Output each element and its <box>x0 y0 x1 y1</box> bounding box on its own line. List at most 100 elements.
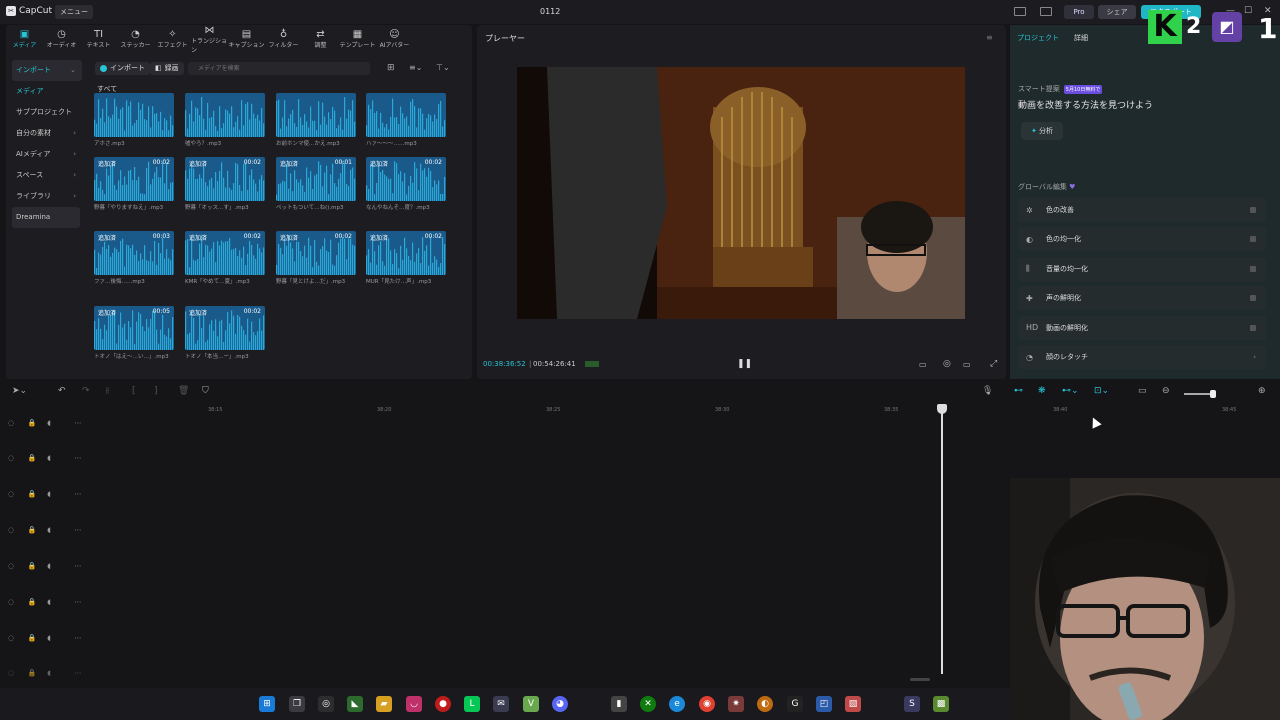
lock-icon[interactable]: 🔒 <box>28 598 42 606</box>
sidebar-item-6[interactable]: ライブラリ › <box>12 186 82 207</box>
expand-icon[interactable]: ⤢ <box>990 359 997 369</box>
sidebar-item-5[interactable]: スペース › <box>12 165 82 186</box>
shortcut-icon[interactable] <box>1040 7 1052 16</box>
toolbar-tab-7[interactable]: ♁ フィルター <box>265 26 302 52</box>
sidebar-item-2[interactable]: サブプロジェクト <box>12 102 82 123</box>
snapshot-icon[interactable]: ◎ <box>943 359 951 369</box>
media-item[interactable]: 追加済 00:02 KMR「やめて…夏」.mp3 <box>185 231 265 285</box>
share-button[interactable]: シェア <box>1098 5 1136 19</box>
audio-icon[interactable]: ◖ <box>47 490 68 498</box>
toggle-switch[interactable] <box>1250 265 1256 272</box>
game-app-icon[interactable]: ✷ <box>728 696 744 712</box>
timeline-ruler[interactable]: 38:15 38:20 38:25 38:30 38:35 38:40 38:45 <box>90 404 1280 418</box>
mic-icon[interactable]: 🎙 <box>982 386 993 402</box>
media-item[interactable]: 追加済 00:01 ペットもついて…ね().mp3 <box>276 157 356 211</box>
link-icon[interactable]: ⊷ <box>1014 386 1023 402</box>
media-item[interactable]: 追加済 00:02 MUR「見たけ…声」.mp3 <box>366 231 446 285</box>
analyze-button[interactable]: ✦ 分析 <box>1021 122 1063 140</box>
global-edit-item-2[interactable]: ⫼ 音量の均一化 <box>1018 256 1266 281</box>
media-item[interactable]: お前ホンマ使…かえ.mp3 <box>276 93 356 147</box>
player-menu-icon[interactable]: ≡ <box>986 33 993 42</box>
media-item[interactable]: ハァ〜〜〜…‥.mp3 <box>366 93 446 147</box>
timeline-scrollbar[interactable] <box>910 678 930 681</box>
audio-icon[interactable]: ◖ <box>47 419 68 427</box>
more-icon[interactable]: ⋯ <box>74 419 88 427</box>
eye-icon[interactable]: ◌ <box>8 490 22 498</box>
more-icon[interactable]: ⋯ <box>74 669 88 677</box>
global-edit-item-4[interactable]: HD 動画の鮮明化 <box>1018 315 1266 340</box>
global-edit-item-5[interactable]: ◔ 顔のレタッチ › <box>1018 345 1266 369</box>
minecraft-icon[interactable]: ▩ <box>933 696 949 712</box>
record-app-icon[interactable]: ● <box>435 696 451 712</box>
chat-app-icon[interactable]: ✉ <box>493 696 509 712</box>
more-icon[interactable]: ⋯ <box>74 526 88 534</box>
media-item[interactable]: 追加済 00:02 野暮「やりますねえ」.mp3 <box>94 157 174 211</box>
lock-icon[interactable]: 🔒 <box>28 562 42 570</box>
zoom-slider-handle[interactable] <box>1210 390 1216 398</box>
undo-icon[interactable]: ↶ <box>58 386 66 402</box>
more-icon[interactable]: ⋯ <box>74 598 88 606</box>
eye-icon[interactable]: ◌ <box>8 562 22 570</box>
chrome-icon[interactable]: ◉ <box>699 696 715 712</box>
windows-start-icon[interactable]: ⊞ <box>259 696 275 712</box>
zoom-out-icon[interactable]: ⊖ <box>1162 386 1170 402</box>
sidebar-item-1[interactable]: メディア <box>12 81 82 102</box>
redo-icon[interactable]: ↷ <box>82 386 90 402</box>
fullscreen-quality-icon[interactable]: ▭ <box>919 360 927 369</box>
taskview-icon[interactable]: ❐ <box>289 696 305 712</box>
toolbar-tab-4[interactable]: ✧ エフェクト <box>154 26 191 52</box>
audio-icon[interactable]: ◖ <box>47 634 68 642</box>
media-item[interactable]: アホさ.mp3 <box>94 93 174 147</box>
lock-icon[interactable]: 🔒 <box>28 526 42 534</box>
pause-icon[interactable]: ❚❚ <box>737 359 752 369</box>
global-edit-item-1[interactable]: ◐ 色の均一化 <box>1018 227 1266 252</box>
lock-icon[interactable]: 🔒 <box>28 634 42 642</box>
media-item[interactable]: 追加済 00:03 ファ…後悔…‥.mp3 <box>94 231 174 285</box>
eye-icon[interactable]: ◌ <box>8 526 22 534</box>
nvidia-icon[interactable]: ◣ <box>347 696 363 712</box>
toolbar-tab-3[interactable]: ◔ ステッカー <box>117 26 154 52</box>
lips-app-icon[interactable]: ◡ <box>406 696 422 712</box>
media-item[interactable]: 追加済 00:02 野暮「見とけよ…だ」.mp3 <box>276 231 356 285</box>
grid-view-icon[interactable]: ⊞ <box>387 63 395 73</box>
sidebar-item-0[interactable]: インポート ⌄ <box>12 60 82 81</box>
global-edit-item-3[interactable]: ✚ 声の鮮明化 <box>1018 286 1266 311</box>
preview-axis-icon[interactable]: ⊡⌄ <box>1094 386 1109 402</box>
record-tab[interactable]: ◧ 録画 <box>150 62 184 75</box>
toolbar-tab-9[interactable]: ▦ テンプレート <box>339 26 376 52</box>
eye-icon[interactable]: ◌ <box>8 598 22 606</box>
sort-icon[interactable]: ≡⌄ <box>409 63 422 72</box>
import-tab[interactable]: インポート <box>95 62 150 75</box>
select-tool-icon[interactable]: ➤⌄ <box>12 386 27 402</box>
filter-icon[interactable]: ⊤⌄ <box>436 63 450 72</box>
v-app-icon[interactable]: V <box>523 696 539 712</box>
caption-icon[interactable]: ▭ <box>1138 386 1147 402</box>
ratio-icon[interactable]: ▭ <box>963 360 971 369</box>
media-item[interactable]: 追加済 00:05 トオノ「はえ〜…い…」.mp3 <box>94 306 174 360</box>
audio-icon[interactable]: ◖ <box>47 669 68 677</box>
split-icon[interactable]: ⫲ <box>106 386 109 402</box>
obs-icon[interactable]: ◎ <box>318 696 334 712</box>
eye-icon[interactable]: ◌ <box>8 634 22 642</box>
zoom-fit-icon[interactable]: ⊕ <box>1258 386 1266 402</box>
xbox-icon[interactable]: ✕ <box>640 696 656 712</box>
audio-icon[interactable]: ◖ <box>47 562 68 570</box>
sidebar-item-4[interactable]: AIメディア › <box>12 144 82 165</box>
playhead[interactable] <box>937 404 947 674</box>
tab-project[interactable]: プロジェクト <box>1017 33 1059 43</box>
playhead-handle[interactable] <box>937 404 947 414</box>
audio-icon[interactable]: ◖ <box>47 526 68 534</box>
discord-icon[interactable]: ◕ <box>552 696 568 712</box>
toolbar-tab-0[interactable]: ▣ メディア <box>6 26 43 52</box>
marker-icon[interactable]: ⛉ <box>202 386 209 402</box>
line-icon[interactable]: L <box>464 696 480 712</box>
zoom-slider[interactable] <box>1184 390 1216 398</box>
s-app-icon[interactable]: S <box>904 696 920 712</box>
toolbar-tab-6[interactable]: ▤ キャプション <box>228 26 265 52</box>
toggle-switch[interactable] <box>1250 207 1256 213</box>
maximize-icon[interactable]: ☐ <box>1244 6 1252 16</box>
more-icon[interactable]: ⋯ <box>74 454 88 462</box>
audio-icon[interactable]: ◖ <box>47 454 68 462</box>
toolbar-tab-2[interactable]: TI テキスト <box>80 26 117 52</box>
more-icon[interactable]: ⋯ <box>74 634 88 642</box>
